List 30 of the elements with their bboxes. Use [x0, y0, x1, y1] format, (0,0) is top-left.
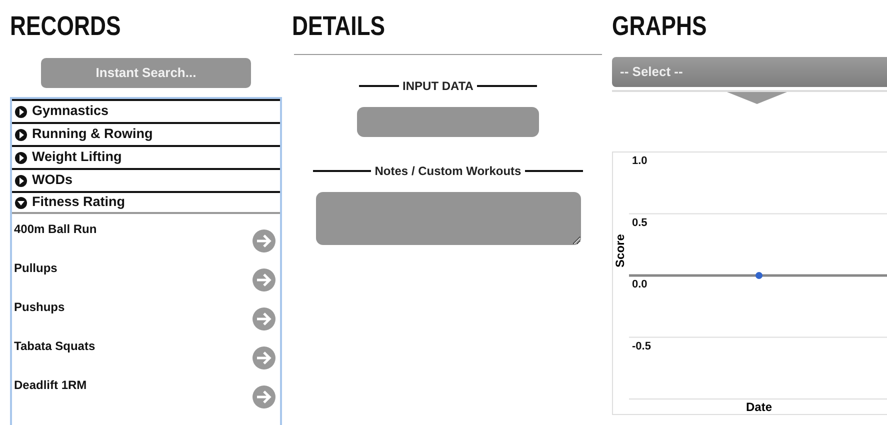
record-item[interactable]: Pushups: [14, 298, 65, 331]
arrow-right-icon: [252, 307, 276, 331]
expand-icon: [14, 174, 27, 187]
expand-icon: [14, 151, 27, 164]
section-title: DETAILS: [292, 10, 386, 43]
section-title: GRAPHS: [612, 10, 707, 43]
arrow-right-icon: [252, 229, 276, 253]
section-label: INPUT DATA: [402, 78, 474, 95]
y-tick-label: 0.0: [632, 278, 648, 290]
dropdown-pointer-icon: [727, 92, 787, 104]
expand-icon: [14, 105, 27, 118]
collapse-icon: [14, 196, 27, 209]
y-axis-title: Score: [613, 234, 627, 268]
arrow-right-icon: [252, 268, 276, 292]
category-header[interactable]: Fitness Rating: [12, 191, 280, 214]
notes-field[interactable]: [316, 192, 580, 245]
arrow-right-icon: [252, 385, 276, 409]
record-item[interactable]: 400m Ball Run: [14, 220, 97, 253]
record-item[interactable]: Pullups: [14, 259, 58, 292]
arrow-right-icon: [252, 346, 276, 370]
section-title: RECORDS: [10, 10, 121, 43]
x-axis-title: Date: [746, 400, 772, 414]
y-tick-label: -0.5: [632, 340, 651, 352]
y-tick-label: 1.0: [632, 155, 648, 167]
y-tick-label: 0.5: [632, 216, 648, 229]
input-field[interactable]: [357, 107, 539, 137]
section-label: Notes / Custom Workouts: [374, 163, 522, 180]
record-item[interactable]: Deadlift 1RM: [14, 376, 87, 409]
expand-icon: [14, 128, 27, 141]
record-item[interactable]: Tabata Squats: [14, 337, 96, 370]
